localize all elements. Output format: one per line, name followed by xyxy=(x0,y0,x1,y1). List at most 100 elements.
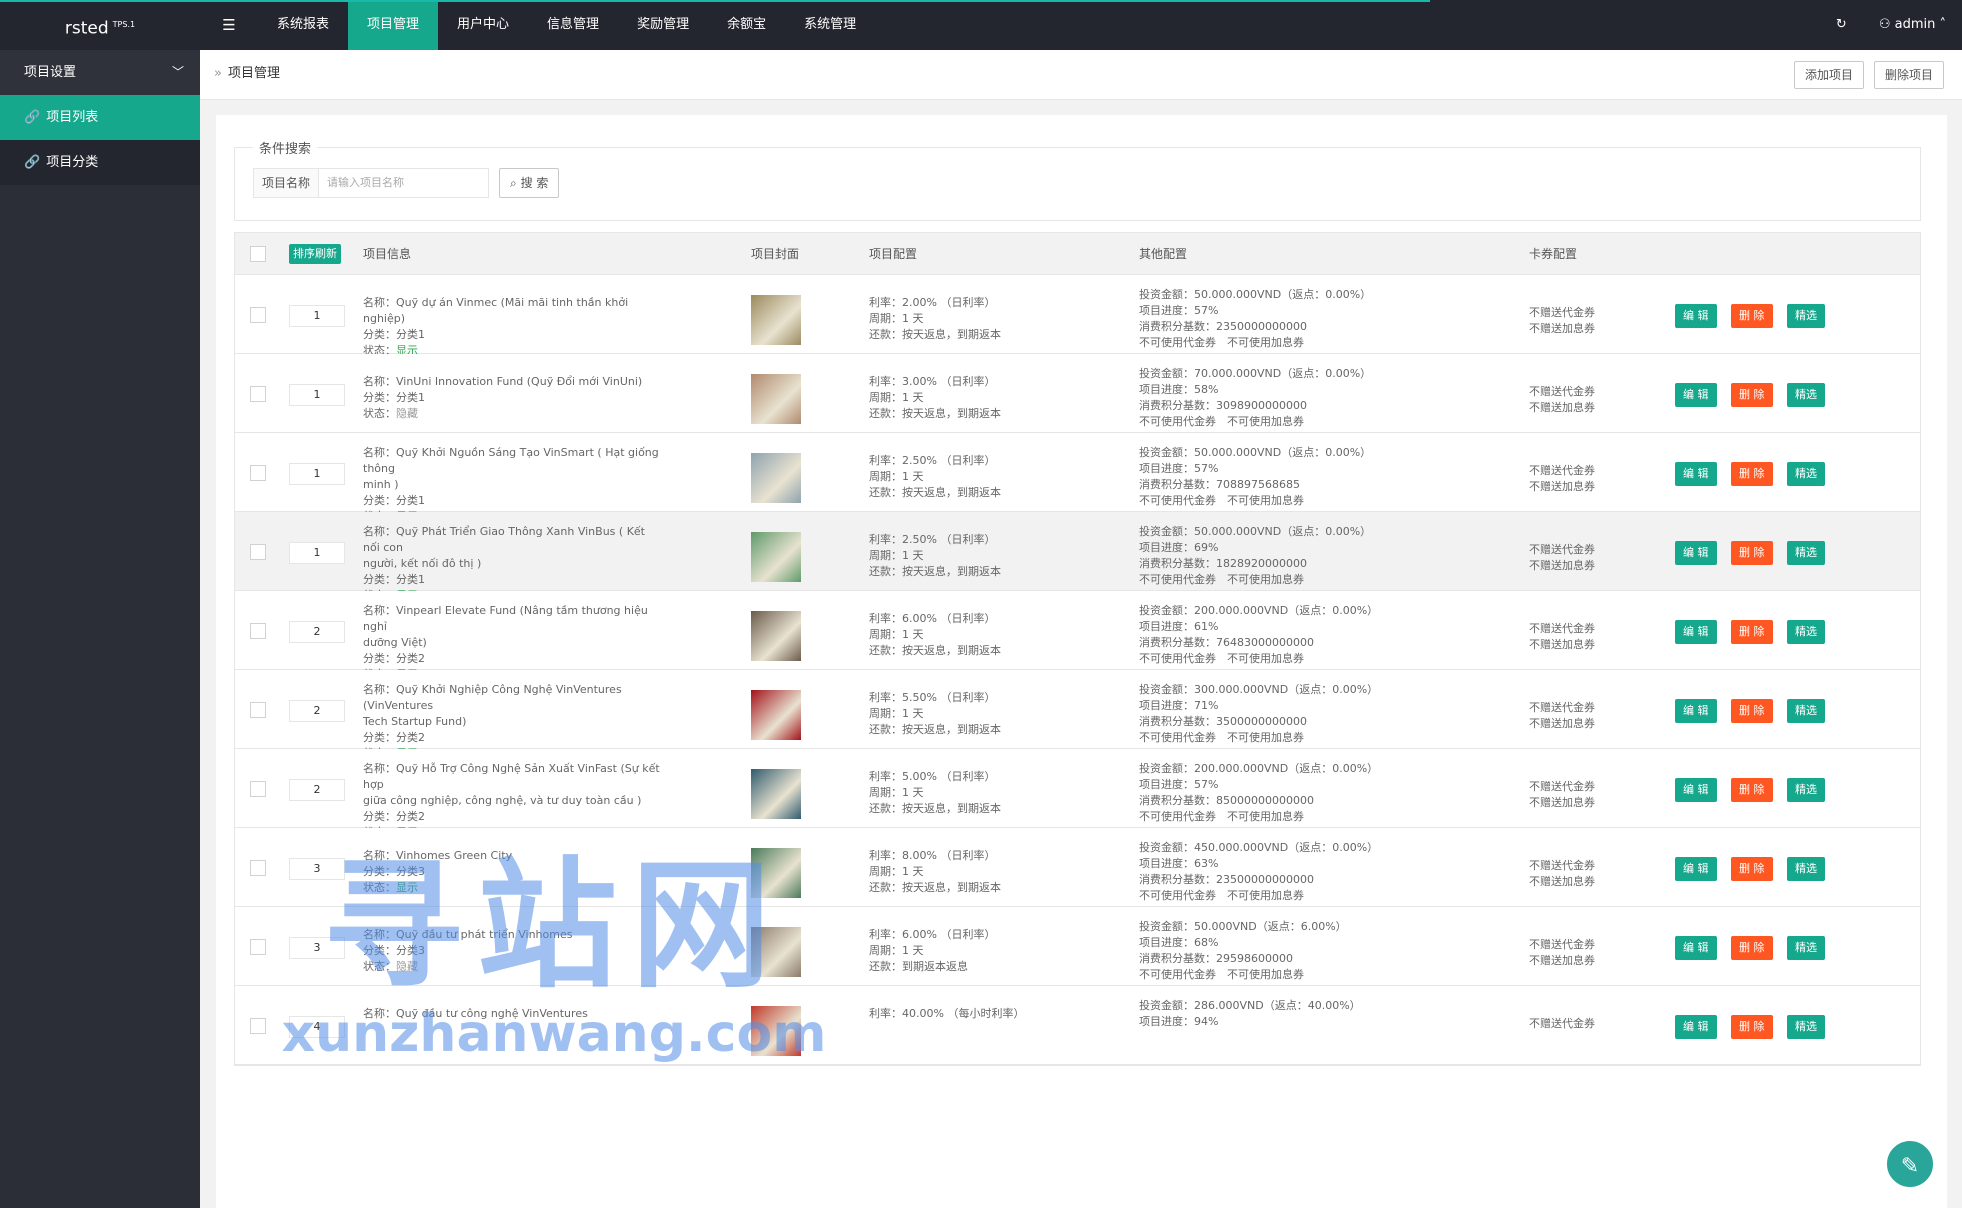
voucher-gift: 不赠送代金券 xyxy=(1529,306,1595,319)
table-header: 排序刷新 项目信息 项目封面 项目配置 其他配置 卡券配置 xyxy=(235,233,1920,275)
sort-order-input[interactable]: 1 xyxy=(289,463,345,485)
sort-order-input[interactable]: 3 xyxy=(289,937,345,959)
featured-button[interactable]: 精选 xyxy=(1787,383,1825,407)
edit-button[interactable]: 编 辑 xyxy=(1675,857,1717,881)
search-input[interactable]: 请输入项目名称 xyxy=(319,168,490,198)
select-all-checkbox[interactable] xyxy=(250,246,266,262)
search-button[interactable]: ⌕ 搜 索 xyxy=(499,168,560,198)
loading-progress xyxy=(0,0,1430,2)
sidebar-group-project-settings[interactable]: 项目设置 ﹀ xyxy=(0,50,200,95)
featured-button[interactable]: 精选 xyxy=(1787,541,1825,565)
edit-button[interactable]: 编 辑 xyxy=(1675,699,1717,723)
row-checkbox[interactable] xyxy=(250,702,266,718)
edit-button[interactable]: 编 辑 xyxy=(1675,304,1717,328)
nav-user-center[interactable]: 用户中心 xyxy=(438,0,528,50)
row-checkbox[interactable] xyxy=(250,781,266,797)
menu-toggle-icon[interactable]: ☰ xyxy=(200,0,258,50)
interest-coupon-gift: 不赠送加息券 xyxy=(1529,559,1595,572)
featured-button[interactable]: 精选 xyxy=(1787,620,1825,644)
delete-button[interactable]: 删 除 xyxy=(1731,699,1773,723)
nav-system-report[interactable]: 系统报表 xyxy=(258,0,348,50)
table-row: 2 名称：Vinpearl Elevate Fund (Nâng tầm thươ… xyxy=(235,591,1920,681)
other-config: 投资金额：50.000.000VND（返点：0.00%） 项目进度：57% 消费积分… xyxy=(1139,445,1439,509)
project-progress: 项目进度：63% xyxy=(1139,857,1219,870)
add-project-button[interactable]: 添加项目 xyxy=(1794,61,1865,89)
sort-order-input[interactable]: 3 xyxy=(289,858,345,880)
delete-button[interactable]: 删 除 xyxy=(1731,462,1773,486)
sort-order-input[interactable]: 2 xyxy=(289,700,345,722)
row-checkbox[interactable] xyxy=(250,307,266,323)
featured-button[interactable]: 精选 xyxy=(1787,936,1825,960)
nav-system-management[interactable]: 系统管理 xyxy=(785,0,875,50)
nav-balance[interactable]: 余额宝 xyxy=(708,0,785,50)
delete-button[interactable]: 删 除 xyxy=(1731,383,1773,407)
edit-fab-icon[interactable]: ✎ xyxy=(1884,1138,1936,1190)
status-value: 显示 xyxy=(396,881,418,894)
edit-button[interactable]: 编 辑 xyxy=(1675,383,1717,407)
row-checkbox[interactable] xyxy=(250,386,266,402)
delete-button[interactable]: 删 除 xyxy=(1731,778,1773,802)
nav-reward-management[interactable]: 奖励管理 xyxy=(618,0,708,50)
delete-project-button[interactable]: 删除项目 xyxy=(1874,61,1945,89)
table-body: 1 名称：Quỹ dự án Vinmec (Mãi mãi tinh thần … xyxy=(235,275,1920,1065)
row-checkbox[interactable] xyxy=(250,939,266,955)
row-checkbox[interactable] xyxy=(250,465,266,481)
featured-button[interactable]: 精选 xyxy=(1787,699,1825,723)
nav-info-management[interactable]: 信息管理 xyxy=(528,0,618,50)
sort-order-input[interactable]: 2 xyxy=(289,621,345,643)
project-name: 名称：Quỹ đầu tư phát triển Vinhomes xyxy=(363,928,573,941)
delete-button[interactable]: 删 除 xyxy=(1731,936,1773,960)
edit-button[interactable]: 编 辑 xyxy=(1675,778,1717,802)
repayment: 还款：按天返息，到期返本 xyxy=(869,881,1001,894)
sort-order-input[interactable]: 4 xyxy=(289,1016,345,1038)
sidebar-item-project-list[interactable]: 🔗 项目列表 xyxy=(0,95,200,140)
sort-order-input[interactable]: 2 xyxy=(289,779,345,801)
row-checkbox[interactable] xyxy=(250,623,266,639)
project-category: 分类：分类2 xyxy=(363,652,425,665)
featured-button[interactable]: 精选 xyxy=(1787,462,1825,486)
interest-coupon-gift: 不赠送加息券 xyxy=(1529,401,1595,414)
sort-refresh-button[interactable]: 排序刷新 xyxy=(289,244,341,264)
sort-order-input[interactable]: 1 xyxy=(289,542,345,564)
edit-button[interactable]: 编 辑 xyxy=(1675,936,1717,960)
card-config: 不赠送代金券 不赠送加息券 xyxy=(1529,542,1595,574)
edit-button[interactable]: 编 辑 xyxy=(1675,541,1717,565)
card-config: 不赠送代金券 不赠送加息券 xyxy=(1529,858,1595,890)
delete-button[interactable]: 删 除 xyxy=(1731,541,1773,565)
edit-button[interactable]: 编 辑 xyxy=(1675,1015,1717,1039)
featured-button[interactable]: 精选 xyxy=(1787,778,1825,802)
project-category: 分类：分类3 xyxy=(363,865,425,878)
featured-button[interactable]: 精选 xyxy=(1787,857,1825,881)
delete-button[interactable]: 删 除 xyxy=(1731,620,1773,644)
refresh-icon[interactable]: ↻ xyxy=(1820,0,1863,50)
edit-button[interactable]: 编 辑 xyxy=(1675,462,1717,486)
sort-order-input[interactable]: 1 xyxy=(289,384,345,406)
edit-button[interactable]: 编 辑 xyxy=(1675,620,1717,644)
repayment: 还款：按天返息，到期返本 xyxy=(869,565,1001,578)
col-project-config: 项目配置 xyxy=(869,247,918,261)
delete-button[interactable]: 删 除 xyxy=(1731,1015,1773,1039)
repayment: 还款：按天返息，到期返本 xyxy=(869,328,1001,341)
breadcrumb: » 项目管理 xyxy=(214,66,280,81)
project-status: 状态：隐藏 xyxy=(363,407,418,420)
row-checkbox[interactable] xyxy=(250,544,266,560)
delete-button[interactable]: 删 除 xyxy=(1731,857,1773,881)
user-menu[interactable]: ⚇ admin ˄ xyxy=(1863,0,1962,50)
card-config: 不赠送代金券 不赠送加息券 xyxy=(1529,700,1595,732)
project-cover-image xyxy=(751,532,801,582)
invest-amount: 投资金额：200.000.000VND（返点：0.00%） xyxy=(1139,604,1379,617)
row-checkbox[interactable] xyxy=(250,860,266,876)
sidebar-item-project-category[interactable]: 🔗 项目分类 xyxy=(0,140,200,185)
project-name: 名称：Quỹ Phát Triển Giao Thông Xanh VinBus… xyxy=(363,525,645,554)
table-row: 1 名称：VinUni Innovation Fund (Quỹ Đổi mới … xyxy=(235,354,1920,433)
row-checkbox[interactable] xyxy=(250,1018,266,1034)
nav-project-management[interactable]: 项目管理 xyxy=(348,0,439,50)
featured-button[interactable]: 精选 xyxy=(1787,304,1825,328)
project-progress: 项目进度：57% xyxy=(1139,304,1219,317)
sort-order-input[interactable]: 1 xyxy=(289,305,345,327)
delete-button[interactable]: 删 除 xyxy=(1731,304,1773,328)
interest-rate: 利率：40.00% （每小时利率） xyxy=(869,1007,1025,1020)
period: 周期：1 天 xyxy=(869,628,924,641)
project-info: 名称：Vinhomes Green City 分类：分类3 状态：显示 xyxy=(363,848,663,896)
featured-button[interactable]: 精选 xyxy=(1787,1015,1825,1039)
